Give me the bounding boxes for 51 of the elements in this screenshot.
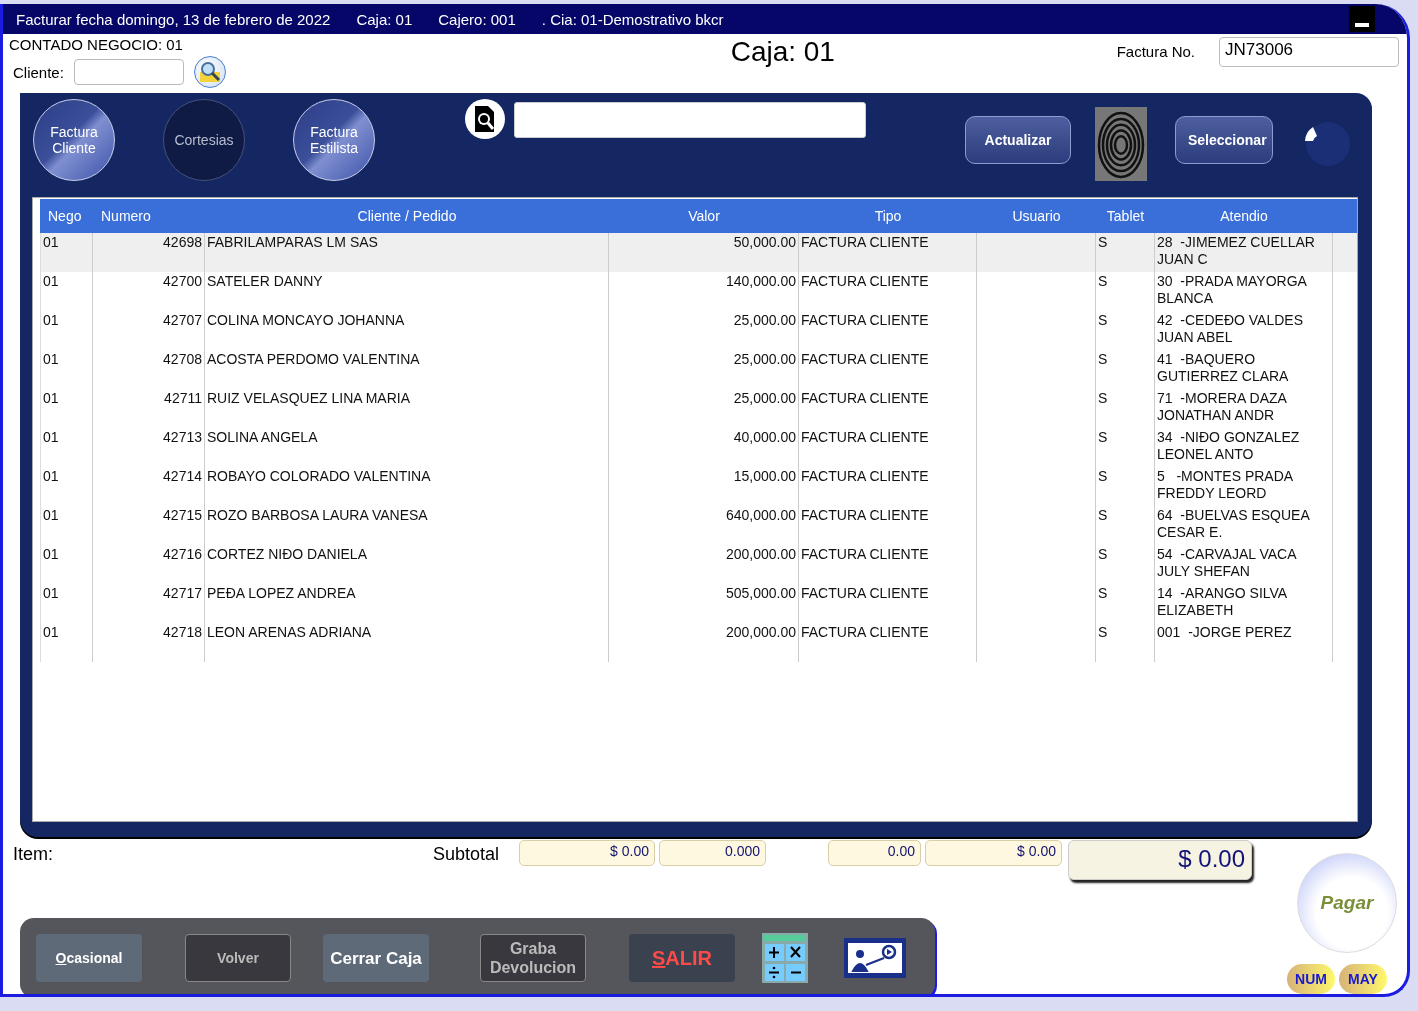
fingerprint-icon[interactable]: [1095, 107, 1147, 181]
column-header: Cliente / Pedido: [356, 208, 458, 224]
amount-field: 0.000: [659, 840, 766, 866]
refresh-button[interactable]: Actualizar: [965, 116, 1071, 164]
cash-register-label: Caja: 01: [356, 10, 413, 28]
amount-field: $ 0.00: [925, 840, 1062, 866]
company-label: . Cia: 01-Demostrativo bkcr: [541, 10, 724, 28]
subtotal-label: Subtotal: [433, 844, 501, 865]
search-field[interactable]: [514, 102, 866, 138]
table-cell: FACTURA CLIENTE: [799, 623, 977, 662]
mode-button[interactable]: Factura Estilista: [293, 99, 375, 181]
video-tutorial-icon[interactable]: [844, 938, 906, 978]
column-header: Tablet: [1105, 208, 1146, 224]
mode-button[interactable]: Factura Cliente: [33, 99, 115, 181]
select-button[interactable]: Seleccionar: [1175, 116, 1273, 164]
status-indicator: NUM: [1287, 964, 1335, 994]
item-label: Item:: [13, 844, 54, 865]
total-amount: $ 0.00: [1068, 840, 1252, 880]
minimize-button[interactable]: [1349, 6, 1375, 32]
register-title: Caja: 01: [730, 36, 835, 69]
table-cell: LEON ARENAS ADRIANA: [205, 623, 609, 662]
client-field[interactable]: [73, 59, 184, 85]
search-icon[interactable]: [465, 99, 505, 139]
table-cell: 001 -JORGE PEREZ: [1155, 623, 1333, 662]
status-indicator: MAY: [1339, 964, 1387, 994]
column-header: Tipo: [873, 208, 903, 224]
table-row[interactable]: 01 42698 FABRILAMPARAS LM SAS 50,000.00 FACTURA CLIENTE S 28 -JIMEMEZ CUELLAR JUAN C: [40, 233, 1357, 272]
column-header: Usuario: [1011, 208, 1062, 224]
search-button[interactable]: [193, 56, 226, 88]
table-cell: 42718: [93, 623, 205, 662]
invoice-number-field[interactable]: JN73006: [1219, 37, 1399, 67]
table-cell: S: [1096, 623, 1155, 662]
table-cell: 01: [40, 623, 93, 662]
calculator-icon[interactable]: [762, 933, 808, 983]
column-header: Valor: [687, 208, 721, 224]
action-button[interactable]: Cerrar Caja: [323, 934, 429, 982]
business-label: CONTADO NEGOCIO: 01: [9, 36, 184, 53]
client-label: Cliente:: [13, 63, 64, 81]
column-header: Atendio: [1219, 208, 1269, 224]
amount-field: $ 0.00: [519, 840, 655, 866]
invoice-number-label: Factura No.: [1116, 42, 1195, 60]
column-header: Nego: [47, 208, 83, 224]
action-button[interactable]: Ocasional: [36, 934, 142, 982]
action-button[interactable]: Volver: [185, 934, 291, 982]
amount-field: 0.00: [828, 840, 921, 866]
action-button[interactable]: Graba Devolucion: [480, 934, 586, 982]
pay-button[interactable]: Pagar: [1297, 853, 1397, 953]
cashier-label: Cajero: 001: [438, 10, 516, 28]
table-cell: 200,000.00: [609, 623, 799, 662]
window-title: Facturar fecha domingo, 13 de febrero de 2022: [16, 10, 331, 28]
column-header: Numero: [100, 208, 152, 224]
